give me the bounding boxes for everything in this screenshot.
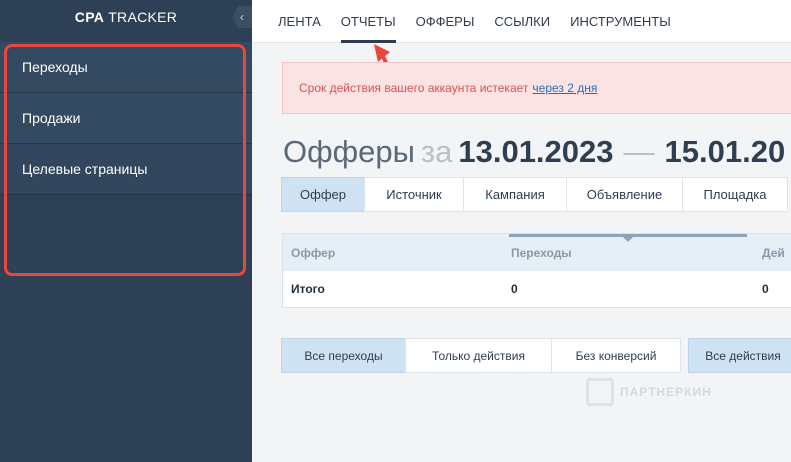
table-header: Оффер Переходы Дей [283,234,791,271]
brand-bold: CPA [74,9,105,25]
nav-tab-feed[interactable]: ЛЕНТА [278,0,321,43]
title-main: Офферы [283,134,415,169]
watermark-logo-icon [586,378,614,406]
sort-caret-icon [623,237,633,242]
brand-rest: TRACKER [108,9,178,25]
filter-all-actions[interactable]: Все действия [688,338,791,373]
sidebar-item-clicks[interactable]: Переходы [0,42,252,93]
group-tab-ad[interactable]: Объявление [566,177,683,212]
watermark-text: ПАРТНЕРКИН [620,385,712,399]
group-by-tabs: Оффер Источник Кампания Объявление Площа… [281,177,788,212]
date-from[interactable]: 13.01.2023 [458,134,613,169]
watermark: ПАРТНЕРКИН [586,378,712,406]
sidebar-item-landing-pages[interactable]: Целевые страницы [0,144,252,195]
title-dash: — [623,134,655,169]
filter-buttons: Все переходы Только действия Без конверс… [281,338,791,373]
sidebar-item-label: Продажи [22,110,81,126]
group-tab-source[interactable]: Источник [364,177,464,212]
filter-actions-only[interactable]: Только действия [405,338,552,373]
group-tab-offer[interactable]: Оффер [281,177,365,212]
sidebar-item-label: Переходы [22,59,88,75]
sidebar-item-sales[interactable]: Продажи [0,93,252,144]
nav-tab-links[interactable]: ССЫЛКИ [494,0,550,43]
date-to[interactable]: 15.01.20 [665,134,786,169]
nav-tab-reports[interactable]: ОТЧЕТЫ [340,0,396,43]
alert-link[interactable]: через 2 дня [532,81,597,95]
report-table: Оффер Переходы Дей Итого 0 0 [282,233,791,308]
page-title: Офферы за 13.01.2023 — 15.01.20 [283,134,785,170]
group-tab-campaign[interactable]: Кампания [463,177,567,212]
column-header-clicks[interactable]: Переходы [511,246,572,260]
column-header-actions[interactable]: Дей [762,246,785,260]
cell-total-actions: 0 [762,282,769,296]
sidebar: CPA TRACKER ‹ Переходы Продажи Целевые с… [0,0,252,462]
group-tab-platform[interactable]: Площадка [682,177,788,212]
brand-logo: CPA TRACKER ‹ [0,0,252,34]
nav-tab-offers[interactable]: ОФФЕРЫ [416,0,475,43]
account-expiry-alert: Срок действия вашего аккаунта истекает ч… [282,62,791,114]
top-nav: ЛЕНТА ОТЧЕТЫ ОФФЕРЫ ССЫЛКИ ИНСТРУМЕНТЫ [252,0,791,43]
filter-no-conversions[interactable]: Без конверсий [551,338,681,373]
sidebar-item-label: Целевые страницы [22,161,148,177]
title-za: за [420,134,453,169]
filter-all-clicks[interactable]: Все переходы [281,338,406,373]
table-row: Итого 0 0 [283,271,791,307]
nav-tab-tools[interactable]: ИНСТРУМЕНТЫ [570,0,671,43]
cell-total-clicks: 0 [511,282,518,296]
cell-total-label: Итого [291,282,325,296]
column-header-offer[interactable]: Оффер [291,246,335,260]
alert-text: Срок действия вашего аккаунта истекает [299,81,529,95]
sidebar-menu: Переходы Продажи Целевые страницы [0,42,252,195]
collapse-sidebar-icon[interactable]: ‹ [232,6,252,28]
